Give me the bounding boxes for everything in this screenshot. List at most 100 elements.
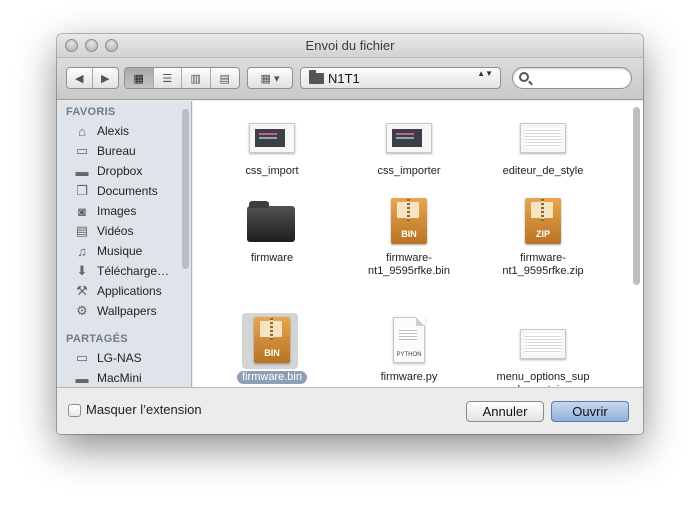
archive-zip-icon: ZIP bbox=[517, 198, 569, 248]
file-item-firmware-py[interactable]: PYTHON firmware.py bbox=[349, 317, 469, 384]
arrange-control: ▦ ▾ bbox=[247, 67, 293, 89]
file-item-css-import[interactable]: css_import bbox=[212, 111, 332, 178]
search-input[interactable] bbox=[535, 70, 625, 86]
file-name: firmware.bin bbox=[237, 371, 307, 384]
open-button[interactable]: Ouvrir bbox=[551, 401, 629, 422]
title-bar: Envoi du fichier bbox=[57, 34, 643, 58]
sidebar-item-dropbox[interactable]: ▬ Dropbox bbox=[57, 161, 181, 181]
back-button[interactable]: ◀ bbox=[67, 68, 93, 88]
home-icon: ⌂ bbox=[78, 123, 86, 139]
sidebar-item-images[interactable]: ◙ Images bbox=[57, 201, 181, 221]
sidebar-item-musique[interactable]: ♫ Musique bbox=[57, 241, 181, 261]
file-item-firmware-zip-archive[interactable]: ZIP firmware- nt1_9595rfke.zip bbox=[483, 198, 603, 278]
sidebar-item-label: Musique bbox=[97, 244, 143, 258]
file-item-menu-options[interactable]: menu_options_sup plementaires bbox=[483, 317, 603, 387]
sidebar-item-alexis[interactable]: ⌂ Alexis bbox=[57, 121, 181, 141]
file-item-css-importer[interactable]: css_importer bbox=[349, 111, 469, 178]
folder-icon bbox=[246, 198, 298, 248]
file-item-editeur-de-style[interactable]: editeur_de_style bbox=[483, 111, 603, 178]
column-view-button[interactable]: ▥ bbox=[182, 68, 211, 88]
gear-icon: ⚙ bbox=[76, 303, 88, 318]
file-browser: css_import css_importer editeur_de_style… bbox=[193, 101, 643, 387]
sidebar-item-telechargements[interactable]: ⬇ Télécharge… bbox=[57, 261, 181, 281]
arrange-icon: ▦ ▾ bbox=[260, 72, 280, 85]
hide-extension-checkbox[interactable] bbox=[68, 404, 81, 417]
icon-view-button[interactable]: ▦ bbox=[125, 68, 154, 88]
list-view-button[interactable]: ☰ bbox=[154, 68, 182, 88]
monitor-icon: ▭ bbox=[75, 350, 89, 365]
sidebar-item-label: Wallpapers bbox=[97, 304, 157, 318]
file-item-firmware-bin-selected[interactable]: BIN firmware.bin bbox=[212, 313, 332, 384]
toolbar: ◀ ▶ ▦ ☰ ▥ ▤ ▦ ▾ N1T1 ▲▼ bbox=[57, 58, 643, 100]
location-popup[interactable]: N1T1 ▲▼ bbox=[300, 67, 501, 89]
dialog-footer: Masquer l’extension Annuler Ouvrir bbox=[57, 387, 643, 434]
screenshot-icon bbox=[517, 111, 569, 161]
sidebar-item-label: Bureau bbox=[97, 144, 136, 158]
sidebar-item-lg-nas[interactable]: ▭ LG-NAS bbox=[57, 348, 181, 368]
sidebar: FAVORIS ⌂ Alexis ▭ Bureau ▬ Dropbox ❐ Do… bbox=[57, 101, 192, 387]
screenshot-icon bbox=[517, 317, 569, 367]
camera-icon: ◙ bbox=[78, 203, 86, 219]
sidebar-item-wallpapers[interactable]: ⚙ Wallpapers bbox=[57, 301, 181, 321]
chevron-right-icon: ▶ bbox=[101, 72, 110, 85]
sidebar-item-label: Télécharge… bbox=[97, 264, 170, 278]
arrange-button[interactable]: ▦ ▾ bbox=[248, 68, 292, 88]
sidebar-section-partages: PARTAGÉS bbox=[66, 333, 128, 345]
sidebar-item-documents[interactable]: ❐ Documents bbox=[57, 181, 181, 201]
sidebar-item-label: Alexis bbox=[97, 124, 130, 138]
chevron-left-icon: ◀ bbox=[75, 72, 84, 85]
screenshot-icon bbox=[383, 111, 435, 161]
applications-icon: ⚒ bbox=[76, 283, 88, 298]
sidebar-item-label: Vidéos bbox=[97, 224, 134, 238]
file-name: css_import bbox=[245, 165, 299, 177]
sidebar-item-videos[interactable]: ▤ Vidéos bbox=[57, 221, 181, 241]
sidebar-item-bureau[interactable]: ▭ Bureau bbox=[57, 141, 181, 161]
file-dialog-window: Envoi du fichier ◀ ▶ ▦ ☰ ▥ ▤ ▦ ▾ N1T1 ▲▼… bbox=[57, 34, 643, 434]
window-title: Envoi du fichier bbox=[305, 38, 395, 53]
file-name: menu_options_sup plementaires bbox=[496, 371, 590, 387]
documents-icon: ❐ bbox=[76, 183, 88, 198]
folder-icon: ▬ bbox=[75, 163, 89, 179]
sidebar-item-label: Applications bbox=[97, 284, 162, 298]
sidebar-item-label: Documents bbox=[97, 184, 158, 198]
sidebar-item-macmini[interactable]: ▬ MacMini bbox=[57, 368, 181, 387]
mac-icon: ▬ bbox=[75, 370, 89, 386]
file-name: firmware bbox=[250, 252, 294, 264]
file-item-firmware-bin-archive[interactable]: BIN firmware- nt1_9595rfke.bin bbox=[349, 198, 469, 278]
file-name: editeur_de_style bbox=[502, 165, 584, 177]
back-forward-control: ◀ ▶ bbox=[66, 67, 119, 89]
search-icon bbox=[519, 72, 529, 82]
music-icon: ♫ bbox=[77, 243, 87, 259]
file-name: firmware- nt1_9595rfke.bin bbox=[368, 252, 450, 277]
coverflow-icon: ▤ bbox=[219, 72, 230, 85]
sidebar-item-label: Dropbox bbox=[97, 164, 143, 178]
location-label: N1T1 bbox=[328, 71, 360, 86]
film-icon: ▤ bbox=[75, 223, 89, 238]
sidebar-scrollbar[interactable] bbox=[182, 109, 189, 269]
file-name: firmware.py bbox=[380, 371, 438, 383]
archive-bin-icon: BIN bbox=[383, 198, 435, 248]
screenshot-icon bbox=[246, 111, 298, 161]
search-field[interactable] bbox=[512, 67, 632, 89]
sidebar-item-applications[interactable]: ⚒ Applications bbox=[57, 281, 181, 301]
cancel-button[interactable]: Annuler bbox=[466, 401, 544, 422]
content-scrollbar[interactable] bbox=[633, 107, 640, 285]
archive-bin-icon: BIN bbox=[242, 313, 298, 369]
file-name: firmware- nt1_9595rfke.zip bbox=[502, 252, 584, 277]
sidebar-item-label: Images bbox=[97, 204, 137, 218]
folder-icon bbox=[309, 70, 324, 84]
file-item-firmware-folder[interactable]: firmware bbox=[212, 198, 332, 265]
sidebar-section-favoris: FAVORIS bbox=[66, 106, 116, 118]
updown-arrows-icon: ▲▼ bbox=[477, 69, 493, 78]
sidebar-item-label: LG-NAS bbox=[97, 351, 142, 365]
desktop-icon: ▭ bbox=[75, 143, 89, 158]
view-mode-control: ▦ ☰ ▥ ▤ bbox=[124, 67, 240, 89]
grid-icon: ▦ bbox=[133, 72, 144, 85]
hide-extension-label: Masquer l’extension bbox=[86, 402, 202, 417]
python-file-icon: PYTHON bbox=[383, 317, 435, 367]
list-icon: ☰ bbox=[162, 72, 173, 85]
download-icon: ⬇ bbox=[76, 263, 88, 278]
coverflow-view-button[interactable]: ▤ bbox=[211, 68, 239, 88]
forward-button[interactable]: ▶ bbox=[93, 68, 118, 88]
columns-icon: ▥ bbox=[190, 72, 201, 85]
